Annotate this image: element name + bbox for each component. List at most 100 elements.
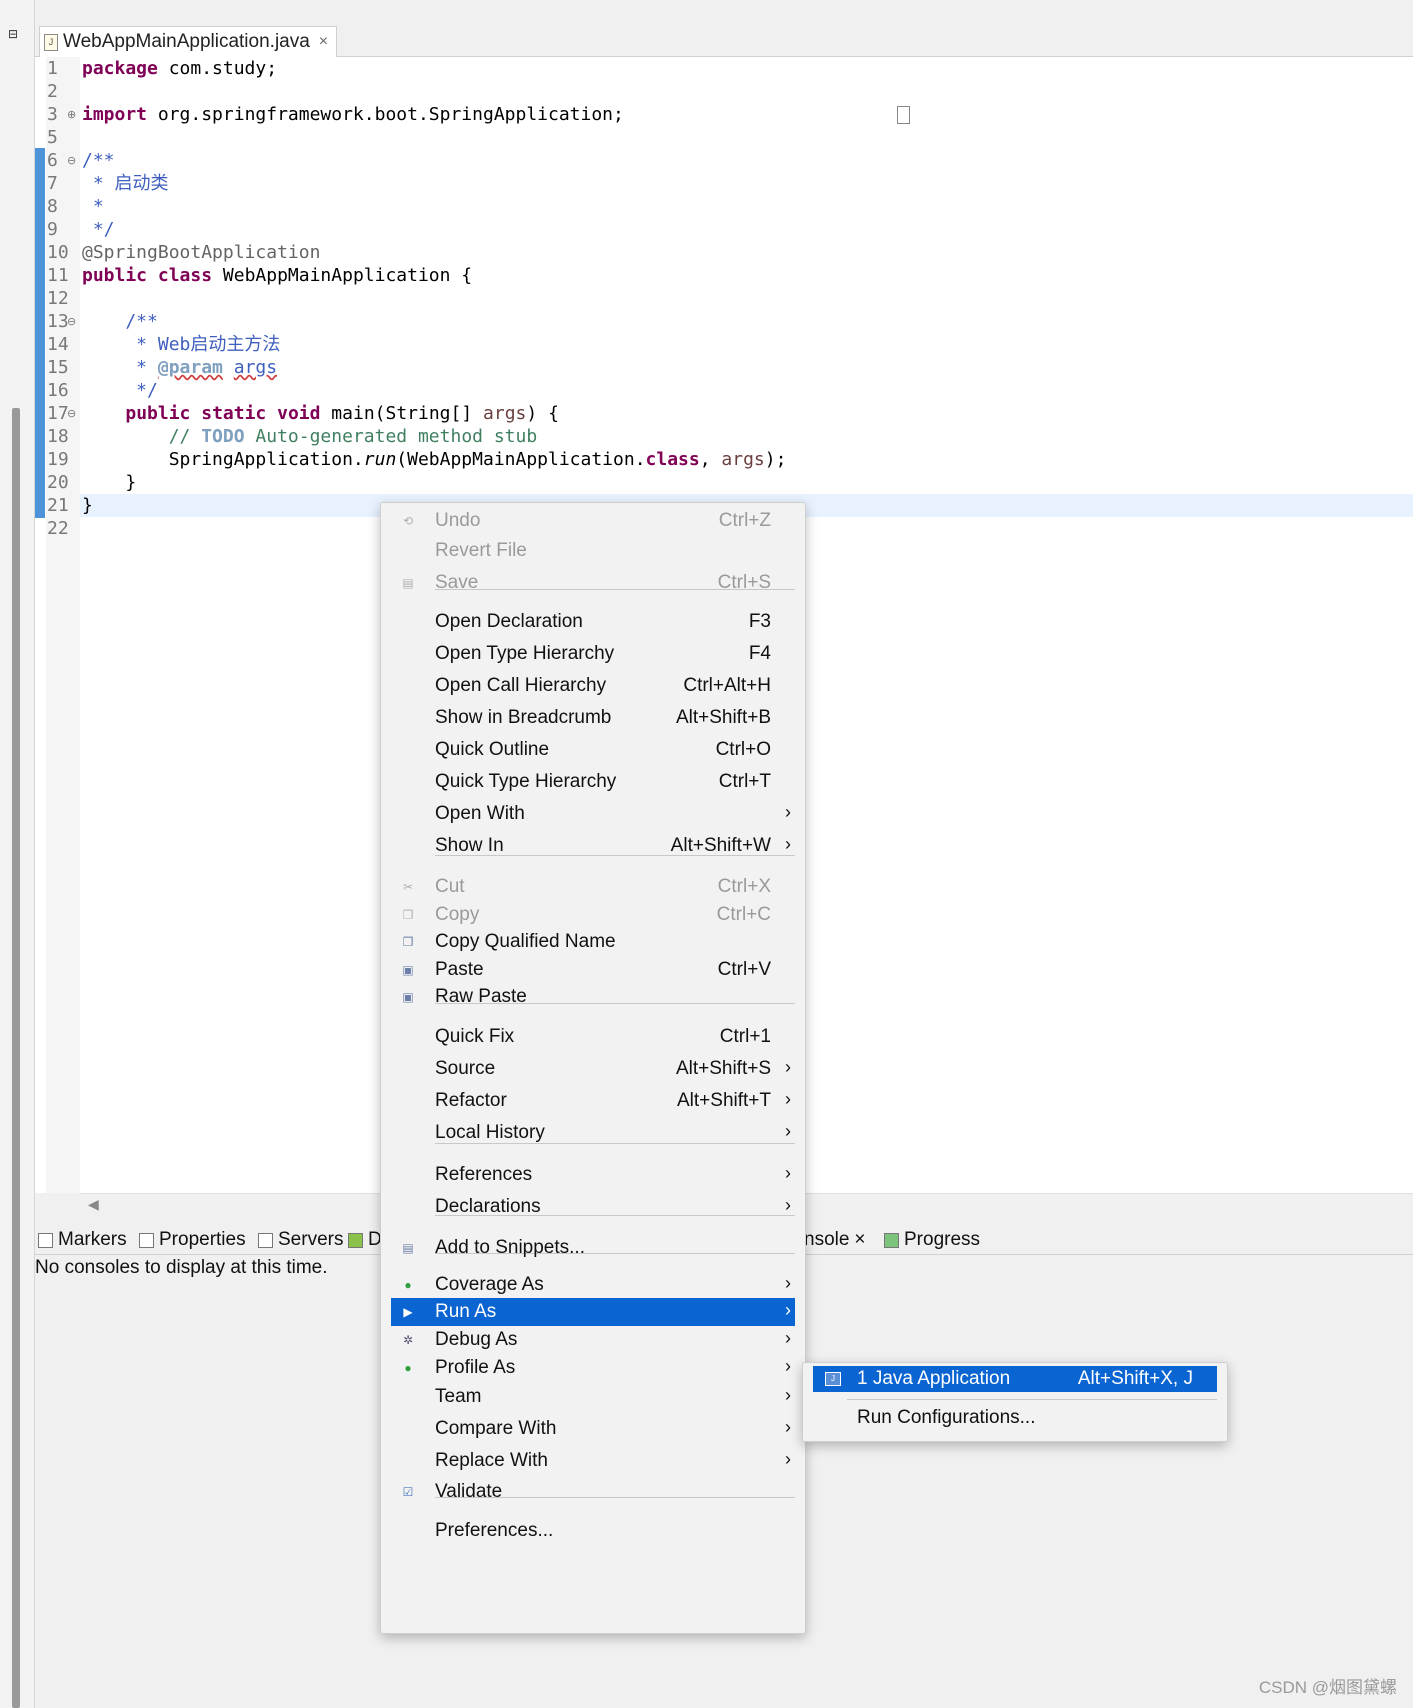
code-line[interactable]: * Web启动主方法: [82, 333, 280, 356]
menu-item-quick-outline[interactable]: Quick Outline Ctrl+O: [381, 736, 805, 764]
menu-item-show-in-breadcrumb[interactable]: Show in Breadcrumb Alt+Shift+B: [381, 704, 805, 732]
collapse-fold-icon[interactable]: ⊖: [67, 154, 76, 167]
menu-item-label: Compare With: [435, 1418, 557, 1439]
minimize-icon[interactable]: ⊟: [8, 28, 21, 41]
code-line[interactable]: // TODO Auto-generated method stub: [82, 425, 538, 448]
editor-tab-title: WebAppMainApplication.java: [63, 31, 310, 52]
menu-item-refactor[interactable]: Refactor Alt+Shift+T ›: [381, 1087, 805, 1115]
menu-item-label: Copy Qualified Name: [435, 931, 616, 952]
menu-item-references[interactable]: References ›: [381, 1161, 805, 1189]
code-line[interactable]: */: [82, 218, 115, 241]
menu-item-local-history[interactable]: Local History ›: [381, 1119, 805, 1147]
menu-item-undo[interactable]: ⟲ Undo Ctrl+Z: [381, 507, 805, 535]
menu-item-label: Declarations: [435, 1196, 541, 1217]
menu-item-label: Debug As: [435, 1329, 518, 1350]
menu-item-label: Paste: [435, 959, 484, 980]
menu-item-shortcut: Ctrl+V: [717, 959, 771, 980]
menu-item-raw-paste[interactable]: ▣ Raw Paste: [381, 983, 805, 1011]
menu-item-team[interactable]: Team ›: [381, 1383, 805, 1411]
menu-item-compare-with[interactable]: Compare With ›: [381, 1415, 805, 1443]
chevron-right-icon: ›: [785, 1417, 791, 1437]
paste-icon: ▣: [402, 963, 414, 977]
menu-item-preferences[interactable]: Preferences...: [381, 1517, 805, 1545]
menu-item-cut[interactable]: ✂ Cut Ctrl+X: [381, 873, 805, 901]
menu-item-quick-fix[interactable]: Quick Fix Ctrl+1: [381, 1023, 805, 1051]
code-line[interactable]: */: [82, 379, 158, 402]
submenu-item-shortcut: Alt+Shift+X, J: [1077, 1368, 1193, 1389]
menu-item-label: Coverage As: [435, 1274, 544, 1295]
line-number: 16: [47, 380, 69, 401]
collapse-fold-icon[interactable]: ⊖: [67, 407, 76, 420]
menu-item-profile-as[interactable]: ● Profile As ›: [381, 1354, 805, 1382]
menu-item-shortcut: Ctrl+1: [719, 1026, 771, 1047]
code-line[interactable]: }: [82, 494, 93, 517]
menu-item-validate[interactable]: ☑ Validate: [381, 1478, 805, 1506]
menu-item-label: Cut: [435, 876, 465, 897]
tab-markers[interactable]: Markers: [38, 1229, 127, 1251]
tab-progress[interactable]: Progress: [884, 1229, 980, 1251]
menu-item-coverage-as[interactable]: ● Coverage As ›: [381, 1271, 805, 1299]
code-line[interactable]: * 启动类: [82, 172, 169, 195]
code-line[interactable]: import org.springframework.boot.SpringAp…: [82, 103, 624, 126]
snippets-icon: ▤: [402, 1241, 414, 1255]
menu-item-debug-as[interactable]: ✲ Debug As ›: [381, 1326, 805, 1354]
menu-item-paste[interactable]: ▣ Paste Ctrl+V: [381, 956, 805, 984]
tab-servers[interactable]: Servers: [258, 1229, 343, 1251]
menu-item-add-to-snippets[interactable]: ▤ Add to Snippets...: [381, 1234, 805, 1262]
chevron-right-icon: ›: [785, 1163, 791, 1183]
code-line[interactable]: SpringApplication.run(WebAppMainApplicat…: [82, 448, 787, 471]
expand-fold-icon[interactable]: ⊕: [67, 108, 76, 121]
left-scrollbar[interactable]: [12, 408, 20, 1708]
code-line[interactable]: package com.study;: [82, 57, 277, 80]
scroll-left-icon[interactable]: ◀: [88, 1196, 99, 1213]
collapse-fold-icon[interactable]: ⊖: [67, 315, 76, 328]
menu-item-label: Refactor: [435, 1090, 507, 1111]
code-line[interactable]: * @param args: [82, 356, 277, 379]
menu-item-open-declaration[interactable]: Open Declaration F3: [381, 608, 805, 636]
tab-console[interactable]: nsole ×: [804, 1229, 866, 1251]
menu-item-open-with[interactable]: Open With ›: [381, 800, 805, 828]
line-number: 7: [47, 173, 58, 194]
code-line[interactable]: }: [82, 471, 136, 494]
menu-item-label: Run As: [435, 1301, 497, 1322]
console-close-icon[interactable]: ×: [854, 1229, 865, 1251]
menu-item-revert-file[interactable]: Revert File: [381, 537, 805, 565]
java-application-icon: J: [825, 1372, 841, 1386]
menu-item-save[interactable]: ▤ Save Ctrl+S: [381, 569, 805, 597]
code-line[interactable]: *: [82, 195, 104, 218]
menu-item-shortcut: Ctrl+Alt+H: [683, 675, 771, 696]
line-number: 2: [47, 81, 58, 102]
code-line[interactable]: @SpringBootApplication: [82, 241, 320, 264]
menu-item-quick-type-hierarchy[interactable]: Quick Type Hierarchy Ctrl+T: [381, 768, 805, 796]
tab-markers-label: Markers: [58, 1229, 127, 1250]
menu-item-shortcut: Ctrl+C: [716, 904, 771, 925]
submenu-item-java-application[interactable]: J 1 Java Application Alt+Shift+X, J: [813, 1366, 1217, 1392]
tab-close-icon[interactable]: ×: [319, 33, 328, 51]
line-number: 12: [47, 288, 69, 309]
menu-item-source[interactable]: Source Alt+Shift+S ›: [381, 1055, 805, 1083]
menu-item-label: Replace With: [435, 1450, 548, 1471]
menu-item-open-call-hierarchy[interactable]: Open Call Hierarchy Ctrl+Alt+H: [381, 672, 805, 700]
menu-item-label: Open Declaration: [435, 611, 583, 632]
menu-item-declarations[interactable]: Declarations ›: [381, 1193, 805, 1221]
code-line[interactable]: /**: [82, 310, 158, 333]
menu-item-show-in[interactable]: Show In Alt+Shift+W ›: [381, 832, 805, 860]
menu-item-label: Show In: [435, 835, 504, 856]
tab-properties[interactable]: Properties: [139, 1229, 246, 1251]
menu-item-shortcut: Ctrl+X: [717, 876, 771, 897]
menu-item-label: Preferences...: [435, 1520, 554, 1541]
code-line[interactable]: public static void main(String[] args) {: [82, 402, 559, 425]
submenu-item-run-configurations[interactable]: Run Configurations...: [813, 1405, 1217, 1433]
submenu-item-label: Run Configurations...: [857, 1407, 1036, 1428]
code-line[interactable]: public class WebAppMainApplication {: [82, 264, 472, 287]
menu-item-copy[interactable]: ❐ Copy Ctrl+C: [381, 901, 805, 929]
line-number: 19: [47, 449, 69, 470]
menu-item-copy-qualified-name[interactable]: ❐ Copy Qualified Name: [381, 928, 805, 956]
code-line[interactable]: /**: [82, 149, 115, 172]
menu-item-run-as[interactable]: ▶ Run As ›: [391, 1298, 795, 1326]
menu-item-shortcut: Ctrl+Z: [718, 510, 771, 531]
menu-item-replace-with[interactable]: Replace With ›: [381, 1447, 805, 1475]
editor-tab[interactable]: J WebAppMainApplication.java ×: [39, 26, 338, 57]
menu-item-open-type-hierarchy[interactable]: Open Type Hierarchy F4: [381, 640, 805, 668]
tab-data-source[interactable]: D: [348, 1229, 382, 1251]
